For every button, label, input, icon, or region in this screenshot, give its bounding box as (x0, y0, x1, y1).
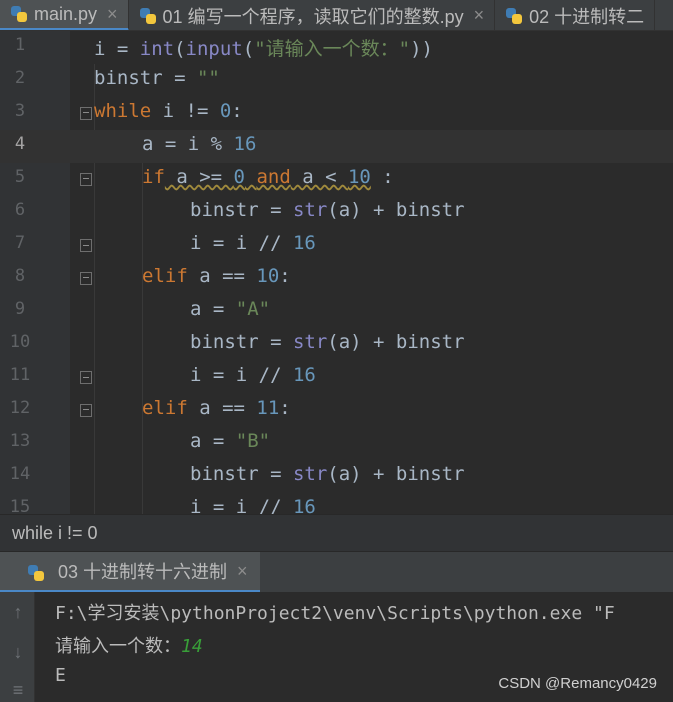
code-text: binstr = str(a) + binstr (190, 199, 465, 221)
python-file-icon (139, 7, 157, 25)
code-line[interactable]: 14 binstr = str(a) + binstr (0, 460, 673, 493)
watermark: CSDN @Remancy0429 (498, 675, 657, 692)
console-user-input: 14 (181, 636, 203, 657)
code-line[interactable]: 11 i = i // 16 (0, 361, 673, 394)
code-text: a = i % 16 (142, 133, 257, 155)
code-line[interactable]: 5 if a >= 0 and a < 10 : (0, 163, 673, 196)
tab-label: 01 编写一个程序，读取它们的整数.py (162, 6, 464, 27)
editor-tab-bar: main.py × 01 编写一个程序，读取它们的整数.py × 02 十进制转… (0, 0, 673, 31)
line-number: 2 (14, 68, 26, 88)
code-text: i = int(input("请输入一个数：")) (94, 38, 433, 60)
code-editor[interactable]: 1 i = int(input("请输入一个数：")) 2 binstr = "… (0, 31, 673, 514)
close-icon[interactable]: × (237, 561, 248, 582)
code-line[interactable]: 10 binstr = str(a) + binstr (0, 328, 673, 361)
breadcrumb[interactable]: while i != 0 (0, 514, 673, 551)
line-number: 14 (9, 464, 31, 484)
console-prompt: 请输入一个数： (55, 636, 181, 657)
code-line[interactable]: 3 while i != 0: (0, 97, 673, 130)
line-number: 12 (9, 398, 31, 418)
code-line[interactable]: 1 i = int(input("请输入一个数：")) (0, 31, 673, 64)
code-text: i = i // 16 (190, 232, 316, 254)
python-file-icon (505, 7, 523, 25)
tab-02-program[interactable]: 02 十进制转二 (495, 0, 656, 30)
code-text: i = i // 16 (190, 364, 316, 386)
line-number: 6 (14, 200, 26, 220)
fold-collapse-icon[interactable] (80, 404, 92, 417)
line-number: 8 (14, 266, 26, 286)
console-command-line: F:\学习安装\pythonProject2\venv\Scripts\pyth… (55, 603, 615, 624)
tab-01-program[interactable]: 01 编写一个程序，读取它们的整数.py × (129, 0, 496, 30)
run-toolbar: ↑ ↓ ≡ (0, 592, 35, 702)
code-text: elif a == 11: (142, 397, 291, 419)
run-tab-label: 03 十进制转十六进制 (58, 562, 228, 582)
line-number: 7 (14, 233, 26, 253)
line-number: 10 (9, 332, 31, 352)
arrow-down-icon[interactable]: ↓ (8, 642, 28, 662)
code-text: a = "B" (190, 430, 271, 452)
line-number: 15 (9, 497, 31, 514)
console-output-line: E (55, 665, 66, 686)
run-tab-bar: 03 十进制转十六进制 × (0, 551, 673, 593)
tab-label: main.py (34, 3, 98, 24)
code-text: elif a == 10: (142, 265, 291, 287)
close-icon[interactable]: × (107, 4, 118, 25)
fold-collapse-icon[interactable] (80, 173, 92, 186)
line-number: 4 (14, 134, 26, 154)
tab-main-py[interactable]: main.py × (0, 0, 129, 30)
line-number: 13 (9, 431, 31, 451)
code-line[interactable]: 12 elif a == 11: (0, 394, 673, 427)
line-number: 3 (14, 101, 26, 121)
line-number: 1 (14, 35, 26, 55)
code-text: binstr = str(a) + binstr (190, 463, 465, 485)
code-line[interactable]: 13 a = "B" (0, 427, 673, 460)
arrow-up-icon[interactable]: ↑ (8, 602, 28, 622)
run-tab[interactable]: 03 十进制转十六进制 × (0, 552, 260, 593)
code-text: binstr = str(a) + binstr (190, 331, 465, 353)
code-text: if a >= 0 and a < 10 : (142, 166, 394, 188)
soft-wrap-icon[interactable]: ≡ (8, 680, 28, 700)
code-text: while i != 0: (94, 100, 243, 122)
console-prompt-line: 请输入一个数：14 (55, 632, 203, 658)
line-number: 5 (14, 167, 26, 187)
code-line-current[interactable]: 4 a = i % 16 (0, 130, 673, 163)
fold-collapse-icon[interactable] (80, 272, 92, 285)
code-line[interactable]: 2 binstr = "" (0, 64, 673, 97)
code-line[interactable]: 15 i = i // 16 (0, 493, 673, 514)
code-text: a = "A" (190, 298, 271, 320)
tab-label: 02 十进制转二 (529, 6, 645, 27)
fold-end-icon[interactable] (80, 371, 92, 384)
close-icon[interactable]: × (474, 5, 485, 26)
line-number: 9 (14, 299, 26, 319)
code-line[interactable]: 7 i = i // 16 (0, 229, 673, 262)
python-file-icon (27, 564, 45, 582)
line-number: 11 (9, 365, 31, 385)
fold-end-icon[interactable] (80, 239, 92, 252)
code-line[interactable]: 8 elif a == 10: (0, 262, 673, 295)
code-text: i = i // 16 (190, 496, 316, 514)
code-line[interactable]: 6 binstr = str(a) + binstr (0, 196, 673, 229)
breadcrumb-item[interactable]: while i != 0 (12, 523, 98, 543)
python-file-icon (10, 5, 28, 23)
fold-collapse-icon[interactable] (80, 107, 92, 120)
code-text: binstr = "" (94, 67, 220, 89)
code-line[interactable]: 9 a = "A" (0, 295, 673, 328)
